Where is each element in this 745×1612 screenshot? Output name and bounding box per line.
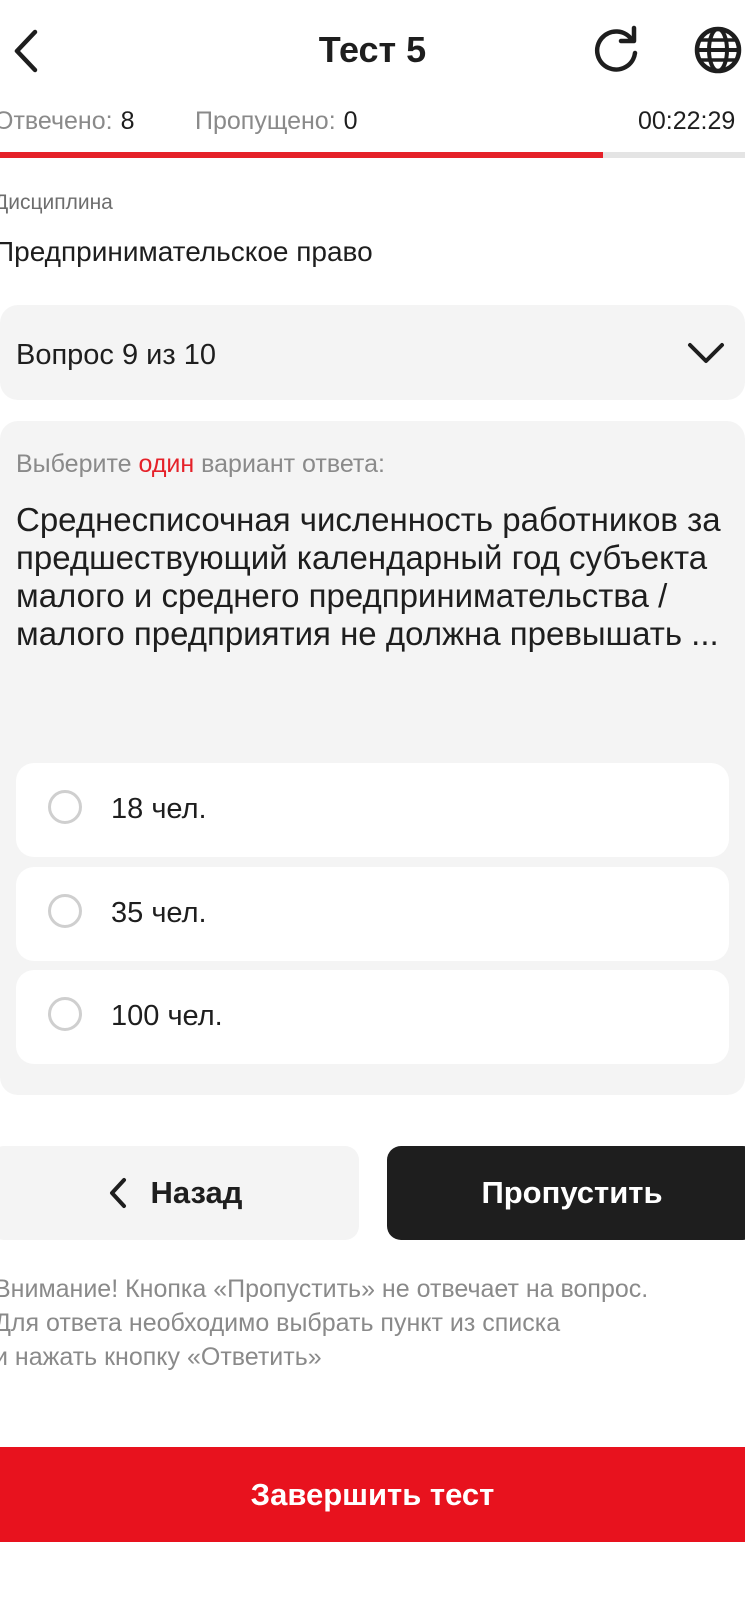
notice-line: и нажать кнопку «Ответить» [0, 1343, 322, 1371]
answer-option[interactable]: 18 чел. [16, 763, 729, 857]
answer-option-label: 100 чел. [111, 1000, 223, 1032]
instruction-accent: один [138, 450, 195, 478]
globe-icon [694, 26, 742, 74]
question-card: Выберите один вариант ответа: Среднеспис… [0, 421, 745, 1095]
radio-button[interactable] [48, 894, 82, 928]
discipline-value: Предпринимательское право [0, 236, 373, 267]
back-nav-label: Назад [150, 1175, 243, 1210]
answered-stat: Отвечено: 8 [0, 104, 134, 138]
chevron-down-icon [688, 343, 724, 363]
instruction-prefix: Выберите [16, 450, 132, 478]
answered-label: Отвечено: [0, 107, 113, 135]
skip-label: Пропустить [481, 1175, 663, 1210]
instruction-suffix: вариант ответа: [201, 450, 385, 478]
refresh-button[interactable] [588, 22, 644, 78]
notice-line: Внимание! Кнопка «Пропустить» не отвечае… [0, 1275, 649, 1303]
answered-count: 8 [120, 107, 135, 135]
answer-instruction: Выберите один вариант ответа: [16, 447, 385, 481]
finish-test-button[interactable]: Завершить тест [0, 1447, 745, 1542]
skipped-label: Пропущено: [195, 107, 336, 135]
answer-option[interactable]: 35 чел. [16, 867, 729, 961]
back-nav-button[interactable]: Назад [0, 1146, 359, 1240]
chevron-left-icon [109, 1178, 126, 1208]
question-selector-label: Вопрос 9 из 10 [16, 339, 216, 371]
progress-fill [0, 152, 604, 158]
notice-line: Для ответа необходимо выбрать пункт из с… [0, 1309, 561, 1337]
discipline-label: Дисциплина [0, 191, 113, 214]
radio-button[interactable] [48, 997, 82, 1031]
answer-option-label: 18 чел. [111, 793, 207, 825]
timer: 00:22:29 [638, 107, 736, 135]
question-selector-dropdown[interactable]: Вопрос 9 из 10 [0, 305, 745, 400]
radio-button[interactable] [48, 790, 82, 824]
progress-bar [0, 152, 745, 158]
skipped-count: 0 [343, 107, 358, 135]
skip-notice: Внимание! Кнопка «Пропустить» не отвечае… [0, 1272, 745, 1374]
refresh-icon [594, 25, 638, 72]
finish-test-label: Завершить тест [250, 1476, 495, 1512]
answer-option[interactable]: 100 чел. [16, 970, 729, 1064]
answer-option-label: 35 чел. [111, 897, 207, 929]
skip-button[interactable]: Пропустить [387, 1146, 745, 1240]
language-button[interactable] [690, 22, 745, 78]
question-text: Среднесписочная численность работников з… [16, 501, 721, 652]
skipped-stat: Пропущено: 0 [195, 104, 358, 138]
